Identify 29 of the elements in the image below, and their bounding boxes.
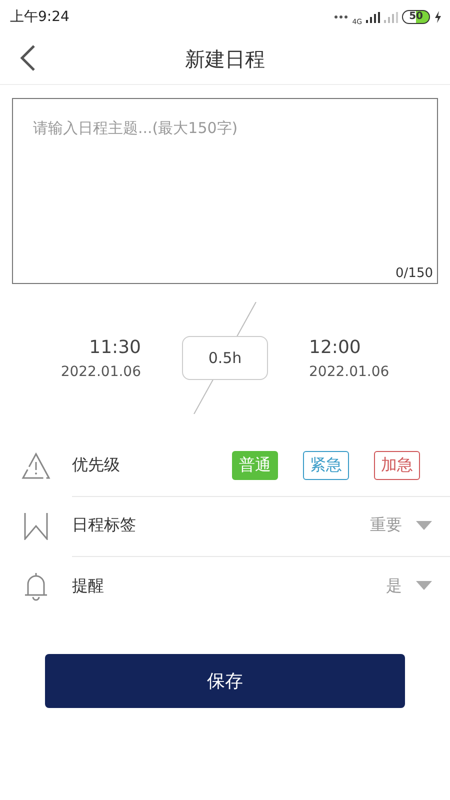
warning-icon	[21, 452, 51, 480]
back-button[interactable]	[20, 44, 36, 72]
save-button[interactable]: 保存	[45, 654, 405, 708]
dropdown[interactable]: 是	[386, 576, 432, 596]
date-label: 2022.01.06	[309, 364, 390, 380]
priority-option[interactable]: 紧急	[303, 451, 349, 480]
start-time[interactable]: 11:30	[89, 336, 141, 358]
priority-option[interactable]: 加急	[374, 451, 420, 480]
signal-icon	[366, 12, 380, 22]
battery-level: 50	[402, 10, 430, 24]
page-title: 新建日程	[185, 46, 265, 72]
char-counter: 0/150	[396, 266, 433, 281]
bell-icon	[23, 571, 49, 601]
field-label: 日程标签	[72, 515, 136, 536]
dots-icon	[334, 15, 348, 19]
date-label: 2022.01.06	[60, 364, 141, 380]
signal-icon	[384, 12, 398, 22]
field-label: 提醒	[72, 576, 104, 596]
dropdown[interactable]: 重要	[370, 515, 432, 536]
charging-icon	[434, 11, 442, 23]
field-label: 优先级	[72, 455, 120, 476]
dropdown-caret-icon	[416, 581, 432, 591]
priority-option[interactable]: 普通	[232, 451, 278, 480]
status-time: 上午9:24	[10, 8, 70, 26]
bookmark-icon	[23, 512, 49, 540]
duration-label: 0.5h	[182, 336, 268, 380]
back-icon	[20, 44, 36, 72]
end-time[interactable]: 12:00	[309, 336, 361, 358]
dropdown-caret-icon	[416, 520, 432, 530]
